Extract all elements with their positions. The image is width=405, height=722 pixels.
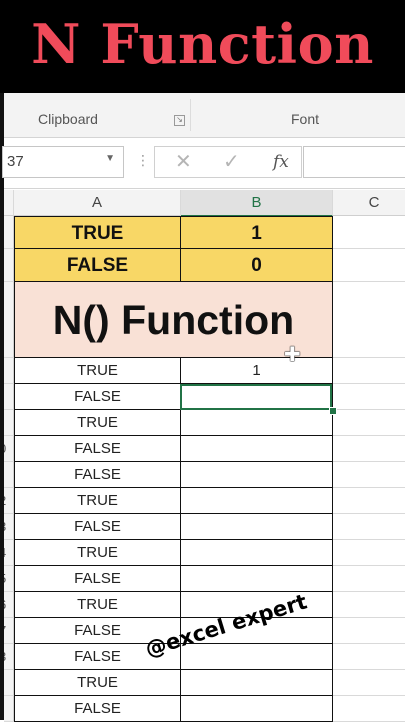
- row-header[interactable]: 0: [4, 436, 14, 462]
- header-cell-a[interactable]: FALSE: [14, 249, 181, 282]
- cell-c[interactable]: [333, 670, 405, 696]
- ribbon-group-clipboard[interactable]: Clipboard: [38, 111, 98, 127]
- row-header[interactable]: [4, 410, 14, 436]
- column-header-b[interactable]: B: [181, 190, 333, 217]
- row-header[interactable]: 3: [4, 514, 14, 540]
- cell-c[interactable]: [333, 644, 405, 670]
- cell-c[interactable]: [333, 436, 405, 462]
- row-number: 0: [4, 441, 6, 456]
- row-number: 3: [4, 519, 6, 534]
- row-number: 3: [4, 649, 6, 664]
- ribbon-divider: [190, 99, 191, 131]
- fill-handle[interactable]: [329, 407, 337, 415]
- cell-c[interactable]: [333, 488, 405, 514]
- banner-title: N Function: [31, 12, 374, 76]
- insert-function-icon[interactable]: fx: [273, 152, 289, 172]
- row-header[interactable]: [4, 216, 14, 249]
- select-all-corner[interactable]: [4, 190, 14, 216]
- row-header[interactable]: [4, 358, 14, 384]
- row-header[interactable]: [4, 384, 14, 410]
- data-cell-a[interactable]: TRUE: [14, 410, 181, 436]
- row-header[interactable]: [4, 249, 14, 282]
- ribbon-group-font[interactable]: Font: [291, 111, 319, 127]
- data-cell-b[interactable]: [181, 410, 333, 436]
- row-number: 7: [4, 623, 6, 638]
- data-cell-b[interactable]: [181, 566, 333, 592]
- data-cell-b[interactable]: [181, 488, 333, 514]
- cell-c[interactable]: [333, 618, 405, 644]
- data-cell-b[interactable]: [181, 514, 333, 540]
- data-cell-a[interactable]: TRUE: [14, 488, 181, 514]
- enter-icon[interactable]: ✓: [223, 149, 240, 174]
- data-cell-a[interactable]: FALSE: [14, 436, 181, 462]
- row-header[interactable]: [4, 670, 14, 696]
- ribbon: Clipboard ↘ Font: [4, 93, 405, 138]
- cell-c[interactable]: [333, 282, 405, 358]
- formula-bar: 37 ▼ ⋮ ✕ ✓ fx: [2, 138, 405, 189]
- row-number: 5: [4, 571, 6, 586]
- name-box-value: 37: [7, 153, 24, 170]
- cell-c[interactable]: [333, 696, 405, 722]
- data-cell-b[interactable]: [181, 540, 333, 566]
- dialog-launcher-icon[interactable]: ↘: [174, 115, 185, 126]
- cell-c[interactable]: [333, 566, 405, 592]
- cancel-icon[interactable]: ✕: [175, 149, 192, 174]
- cell-c[interactable]: [333, 216, 405, 249]
- row-header[interactable]: 7: [4, 618, 14, 644]
- data-cell-a[interactable]: TRUE: [14, 592, 181, 618]
- row-header[interactable]: [4, 696, 14, 722]
- header-cell-b[interactable]: 1: [181, 216, 333, 249]
- row-header[interactable]: [4, 462, 14, 488]
- header-cell-b[interactable]: 0: [181, 249, 333, 282]
- data-cell-a[interactable]: TRUE: [14, 540, 181, 566]
- formula-input[interactable]: [303, 146, 405, 178]
- data-cell-b[interactable]: [181, 644, 333, 670]
- row-header[interactable]: 4: [4, 540, 14, 566]
- cell-c[interactable]: [333, 462, 405, 488]
- data-cell-a[interactable]: FALSE: [14, 462, 181, 488]
- data-cell-a[interactable]: FALSE: [14, 566, 181, 592]
- name-box[interactable]: 37 ▼: [2, 146, 124, 178]
- header-cell-a[interactable]: TRUE: [14, 216, 181, 249]
- data-cell-b[interactable]: [181, 696, 333, 722]
- row-header[interactable]: 6: [4, 592, 14, 618]
- row-number: 6: [4, 597, 6, 612]
- formula-buttons: ✕ ✓ fx: [154, 146, 302, 178]
- active-cell-border: [180, 384, 332, 410]
- cell-c[interactable]: [333, 358, 405, 384]
- column-header-c[interactable]: C: [333, 190, 405, 216]
- data-cell-b[interactable]: [181, 670, 333, 696]
- data-cell-a[interactable]: TRUE: [14, 670, 181, 696]
- grip-icon: ⋮: [136, 152, 150, 168]
- column-header-a[interactable]: A: [14, 190, 181, 216]
- row-number: 2: [4, 493, 6, 508]
- cell-cursor-icon: ✚: [284, 344, 301, 366]
- row-header[interactable]: 3: [4, 644, 14, 670]
- row-header[interactable]: 5: [4, 566, 14, 592]
- data-cell-a[interactable]: FALSE: [14, 384, 181, 410]
- chevron-down-icon[interactable]: ▼: [105, 153, 115, 164]
- cell-c[interactable]: [333, 249, 405, 282]
- data-cell-b[interactable]: 1: [181, 358, 333, 384]
- cell-c[interactable]: [333, 384, 405, 410]
- cell-c[interactable]: [333, 410, 405, 436]
- cell-c[interactable]: [333, 514, 405, 540]
- data-cell-b[interactable]: [181, 436, 333, 462]
- row-number: 4: [4, 545, 6, 560]
- cell-c[interactable]: [333, 540, 405, 566]
- cell-c[interactable]: [333, 592, 405, 618]
- title-banner: N Function: [0, 0, 405, 93]
- data-cell-b[interactable]: [181, 462, 333, 488]
- data-cell-a[interactable]: FALSE: [14, 696, 181, 722]
- data-cell-a[interactable]: FALSE: [14, 514, 181, 540]
- row-header[interactable]: [4, 282, 14, 358]
- row-header[interactable]: 2: [4, 488, 14, 514]
- data-cell-a[interactable]: TRUE: [14, 358, 181, 384]
